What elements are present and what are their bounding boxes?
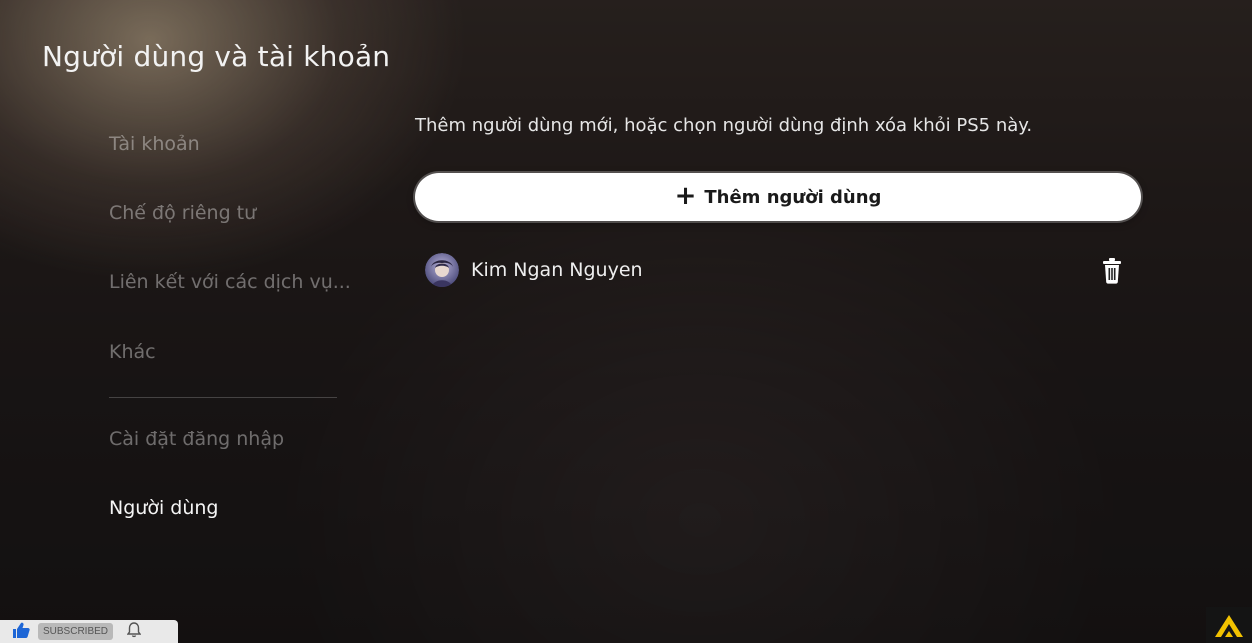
add-user-button[interactable]: + Thêm người dùng — [415, 173, 1141, 221]
user-list-item[interactable]: Kim Ngan Nguyen — [425, 252, 1137, 288]
avatar — [425, 253, 459, 287]
bell-icon[interactable] — [126, 621, 142, 642]
user-name: Kim Ngan Nguyen — [471, 259, 643, 281]
sidebar-item-linked-services[interactable]: Liên kết với các dịch vụ... — [109, 271, 351, 293]
brand-logo — [1206, 607, 1252, 643]
sidebar-item-other[interactable]: Khác — [109, 341, 156, 363]
sidebar-item-account[interactable]: Tài khoản — [109, 133, 200, 155]
users-description: Thêm người dùng mới, hoặc chọn người dùn… — [415, 115, 1033, 136]
subscribed-badge[interactable]: SUBSCRIBED — [38, 623, 114, 640]
sidebar-item-privacy[interactable]: Chế độ riêng tư — [109, 202, 256, 224]
trash-icon[interactable] — [1101, 258, 1123, 284]
page-title: Người dùng và tài khoản — [42, 40, 391, 73]
sidebar-divider — [109, 397, 337, 398]
sidebar-item-login-settings[interactable]: Cài đặt đăng nhập — [109, 428, 284, 450]
plus-icon: + — [674, 181, 697, 211]
subscribe-overlay: SUBSCRIBED — [0, 620, 178, 643]
like-icon[interactable] — [12, 622, 30, 642]
sidebar-item-users[interactable]: Người dùng — [109, 497, 218, 519]
add-user-label: Thêm người dùng — [704, 186, 882, 208]
